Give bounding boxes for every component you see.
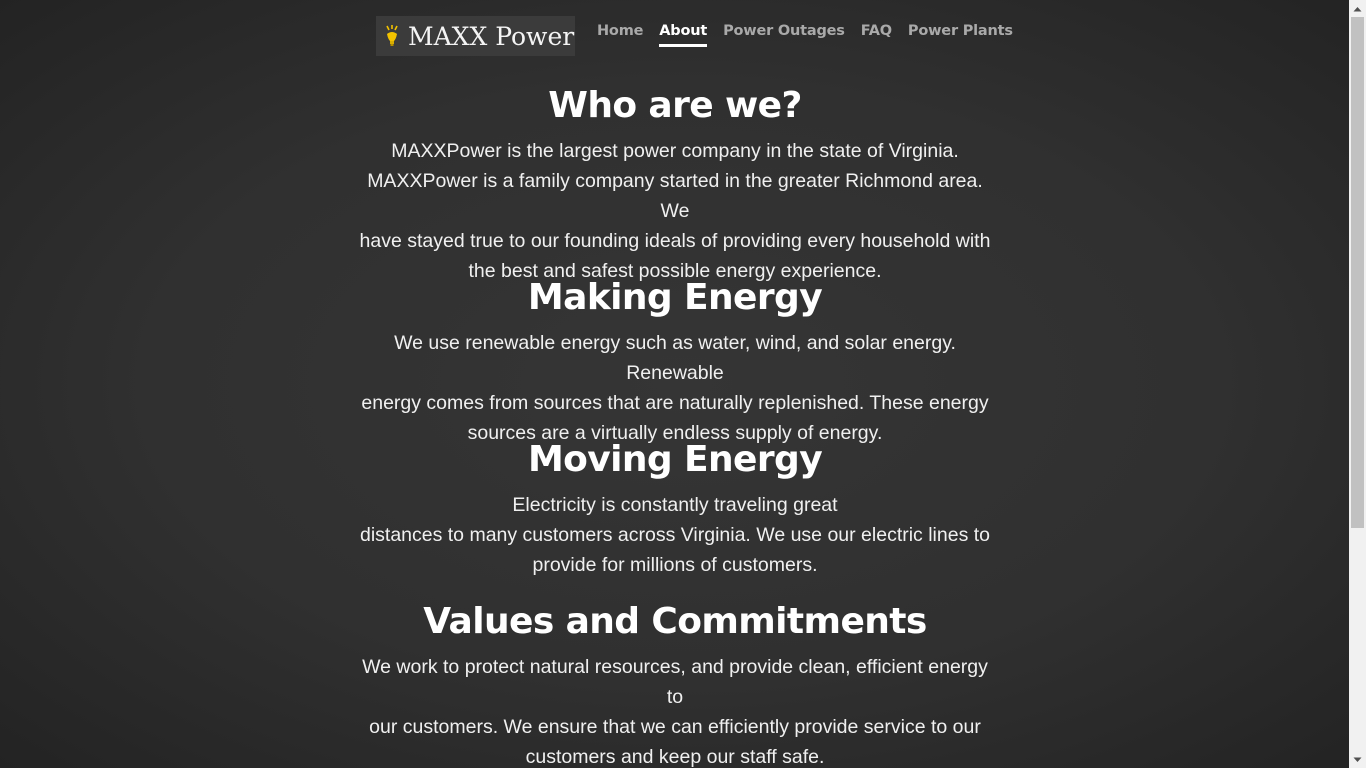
- page: MAXX Power Home About Power Outages FAQ …: [0, 0, 1349, 768]
- text-line: have stayed true to our founding ideals …: [359, 230, 991, 252]
- section-making-energy: Making Energy We use renewable energy su…: [355, 272, 995, 448]
- nav-links: Home About Power Outages FAQ Power Plant…: [597, 23, 1029, 47]
- section-heading: Values and Commitments: [423, 601, 927, 642]
- nav-power-plants[interactable]: Power Plants: [908, 23, 1013, 47]
- text-line: MAXXPower is the largest power company i…: [391, 140, 959, 162]
- text-line: provide for millions of customers.: [532, 554, 818, 576]
- scroll-up-arrow-icon[interactable]: [1349, 0, 1366, 17]
- text-line: our customers. We ensure that we can eff…: [369, 716, 981, 738]
- section-moving-energy: Moving Energy Electricity is constantly …: [355, 434, 995, 580]
- nav-power-outages[interactable]: Power Outages: [723, 23, 845, 47]
- logo-text: MAXX Power: [408, 21, 575, 51]
- scroll-down-arrow-icon[interactable]: [1349, 751, 1366, 768]
- section-who-are-we: Who are we? MAXXPower is the largest pow…: [355, 80, 995, 286]
- section-heading: Moving Energy: [527, 439, 823, 480]
- text-line: energy comes from sources that are natur…: [361, 392, 989, 414]
- text-line: Electricity is constantly traveling grea…: [512, 494, 838, 516]
- top-nav: MAXX Power Home About Power Outages FAQ …: [0, 0, 1349, 62]
- text-line: distances to many customers across Virgi…: [359, 524, 991, 546]
- vertical-scrollbar[interactable]: [1349, 0, 1366, 768]
- section-heading: Making Energy: [527, 277, 823, 318]
- text-line: We work to protect natural resources, an…: [362, 656, 988, 708]
- section-text: We work to protect natural resources, an…: [355, 652, 995, 768]
- text-line: customers and keep our staff safe.: [525, 746, 825, 768]
- scroll-thumb[interactable]: [1351, 17, 1364, 528]
- nav-about[interactable]: About: [659, 23, 707, 47]
- text-line: We use renewable energy such as water, w…: [394, 332, 956, 384]
- nav-faq[interactable]: FAQ: [861, 23, 892, 47]
- section-text: Electricity is constantly traveling grea…: [355, 490, 995, 580]
- section-heading: Who are we?: [548, 85, 802, 126]
- section-text: MAXXPower is the largest power company i…: [355, 136, 995, 286]
- text-line: MAXXPower is a family company started in…: [367, 170, 983, 222]
- nav-home[interactable]: Home: [597, 23, 643, 47]
- lightbulb-icon: [384, 24, 400, 48]
- logo[interactable]: MAXX Power: [376, 16, 575, 56]
- section-text: We use renewable energy such as water, w…: [355, 328, 995, 448]
- section-values-commitments: Values and Commitments We work to protec…: [355, 596, 995, 768]
